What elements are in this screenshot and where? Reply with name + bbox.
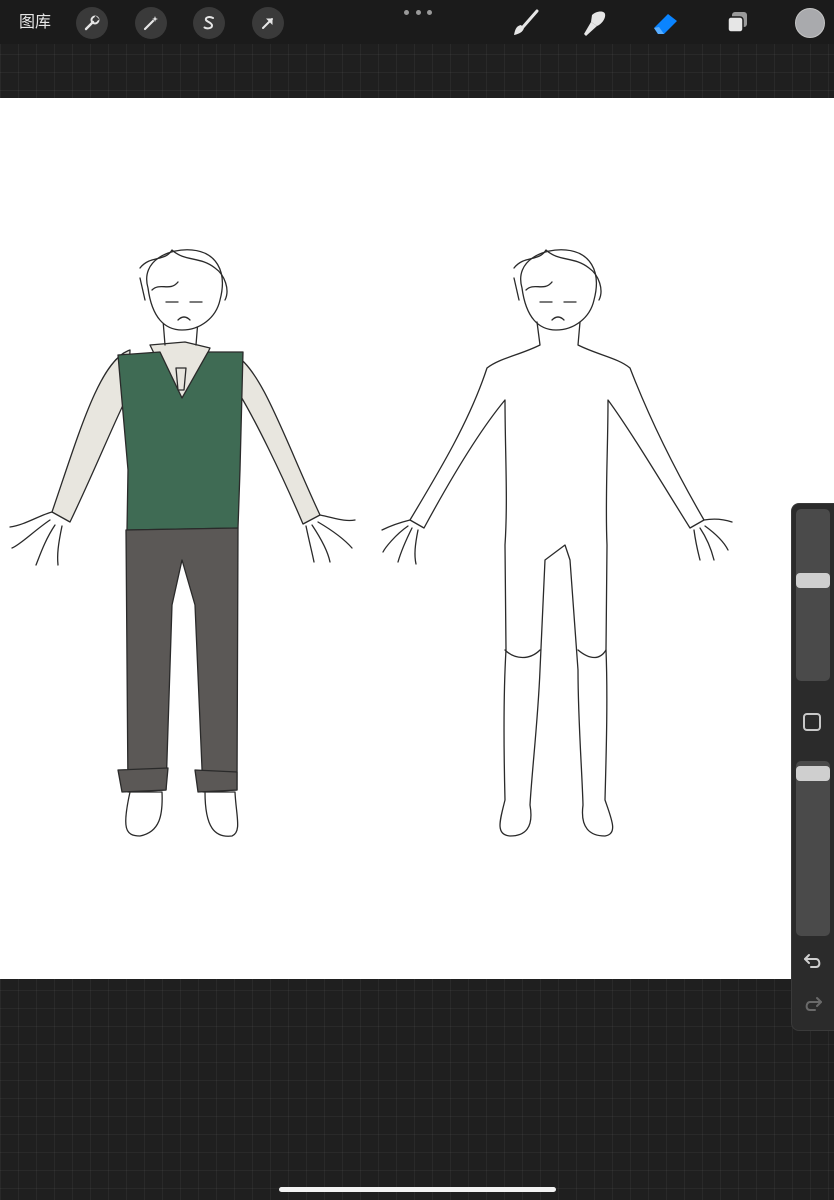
top-toolbar: 图库	[0, 0, 834, 44]
eraser-button[interactable]	[648, 6, 682, 40]
magic-wand-icon	[143, 16, 158, 31]
eraser-icon	[654, 14, 677, 34]
transform-button[interactable]	[252, 7, 284, 39]
undo-icon	[804, 954, 821, 968]
more-options-icon[interactable]	[404, 6, 432, 18]
home-indicator	[279, 1187, 556, 1192]
selection-button[interactable]	[193, 7, 225, 39]
redo-icon	[805, 997, 822, 1011]
opacity-thumb[interactable]	[796, 766, 830, 781]
wrench-icon	[84, 15, 100, 31]
smudge-button[interactable]	[578, 6, 612, 40]
opacity-slider[interactable]	[796, 761, 830, 936]
gallery-button[interactable]: 图库	[19, 11, 51, 33]
actions-button[interactable]	[76, 7, 108, 39]
adjustments-button[interactable]	[135, 7, 167, 39]
smudge-icon	[584, 11, 606, 36]
brush-icon	[514, 9, 539, 35]
color-picker-button[interactable]	[795, 8, 825, 38]
drawing-canvas[interactable]	[0, 98, 834, 979]
transform-arrow-icon	[262, 18, 273, 29]
brush-button[interactable]	[508, 6, 542, 40]
layers-button[interactable]	[720, 6, 754, 40]
selection-s-icon	[203, 16, 214, 30]
character-sketch-artwork	[9, 249, 733, 837]
brush-size-thumb[interactable]	[796, 573, 830, 588]
undo-button[interactable]	[801, 949, 825, 973]
modify-button[interactable]	[803, 713, 821, 731]
redo-button[interactable]	[801, 992, 825, 1016]
layers-icon	[727, 12, 747, 33]
sidebar-panel	[791, 503, 834, 1031]
brush-size-slider[interactable]	[796, 509, 830, 681]
